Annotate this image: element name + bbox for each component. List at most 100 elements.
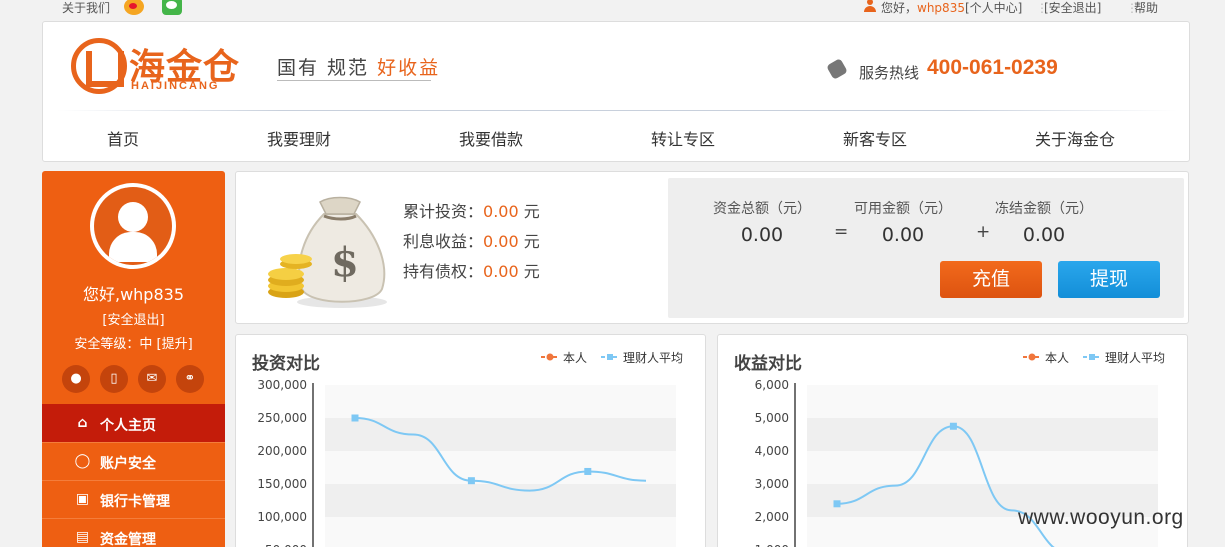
legend-marker — [1089, 354, 1095, 360]
nav-home[interactable]: 首页 — [107, 126, 139, 150]
nav-about[interactable]: 关于海金仓 — [1035, 126, 1115, 150]
legend-label: 理财人平均 — [623, 351, 683, 365]
stat-held-claims: 持有债权：0.00 元 — [403, 258, 540, 288]
sidebar-item-label: 账户安全 — [100, 456, 156, 472]
hotline-label: 服务热线 — [859, 64, 920, 82]
top-greeting: 您好，whp835[个人中心] — [881, 0, 1022, 16]
user-icon[interactable]: ● — [62, 365, 90, 393]
svg-text:$: $ — [331, 239, 359, 286]
y-tick-label: 50,000 — [265, 543, 307, 547]
grid-band — [325, 385, 676, 418]
site-header: 海金仓 HAIJINCANG 国有 规范 好收益 服务热线 400-061-02… — [42, 21, 1190, 162]
phone-icon[interactable]: ▯ — [100, 365, 128, 393]
y-tick-label: 3,000 — [755, 477, 789, 491]
site-logo[interactable]: 海金仓 HAIJINCANG — [71, 36, 261, 96]
sidebar-item-home[interactable]: ⌂ 个人主页 — [42, 404, 225, 442]
stat-unit: 元 — [518, 232, 540, 251]
y-tick-label: 6,000 — [755, 378, 789, 392]
security-level[interactable]: 安全等级：中 [提升] — [42, 333, 225, 352]
top-logout-link[interactable]: [安全退出] — [1044, 0, 1101, 16]
sidebar-item-security[interactable]: ◯ 账户安全 — [42, 442, 225, 480]
nav-new-user[interactable]: 新客专区 — [843, 126, 907, 150]
frozen-funds: 冻结金额（元） 0.00 — [984, 198, 1104, 246]
watermark: www.wooyun.org — [1018, 506, 1184, 529]
y-tick-label: 200,000 — [257, 444, 307, 458]
sidebar-logout-link[interactable]: [安全退出] — [42, 309, 225, 328]
header-divider — [57, 110, 1177, 111]
avatar[interactable] — [90, 183, 176, 269]
sidebar-item-bank-card[interactable]: ▣ 银行卡管理 — [42, 480, 225, 518]
frozen-funds-label: 冻结金额（元） — [995, 201, 1093, 217]
legend-marker — [1028, 353, 1036, 361]
help-link[interactable]: 帮助 — [1134, 0, 1158, 16]
stat-unit: 元 — [518, 202, 540, 221]
stat-unit: 元 — [518, 262, 540, 281]
stat-label: 利息收益： — [403, 232, 484, 251]
sidebar: 您好,whp835 [安全退出] 安全等级：中 [提升] ● ▯ ✉ ⚭ ⌂ 个… — [42, 171, 225, 547]
withdraw-button[interactable]: 提现 — [1058, 261, 1160, 298]
slogan-main: 国有 规范 — [277, 57, 378, 79]
data-point — [351, 414, 359, 422]
verification-icons: ● ▯ ✉ ⚭ — [62, 365, 212, 393]
avatar-user-icon — [94, 187, 172, 265]
total-funds: 资金总额（元） 0.00 — [702, 198, 822, 246]
slogan: 国有 规范 好收益 — [277, 53, 440, 80]
available-funds-label: 可用金额（元） — [854, 201, 952, 217]
data-point — [833, 500, 841, 508]
hotline-number: 400-061-0239 — [927, 56, 1058, 79]
sidebar-item-label: 个人主页 — [100, 418, 156, 434]
stat-label: 持有债权： — [403, 262, 484, 281]
nav-invest[interactable]: 我要理财 — [267, 126, 331, 150]
y-tick-label: 5,000 — [755, 411, 789, 425]
ledger-icon: ▤ — [75, 529, 90, 545]
y-tick-label: 100,000 — [257, 510, 307, 524]
available-funds-value: 0.00 — [881, 224, 925, 246]
legend-label: 本人 — [563, 351, 587, 365]
logo-mark-icon — [71, 38, 127, 94]
stat-value: 0.00 — [483, 202, 519, 221]
chart-canvas: 300,000 250,000 200,000 150,000 100,000 50,00… — [257, 351, 683, 547]
stat-label: 累计投资： — [403, 202, 484, 221]
wechat-icon[interactable] — [162, 0, 182, 15]
grid-band — [325, 517, 676, 547]
y-tick-label: 250,000 — [257, 411, 307, 425]
y-tick-label: 4,000 — [755, 444, 789, 458]
legend-marker — [607, 354, 613, 360]
data-point — [467, 477, 475, 485]
lock-icon[interactable]: ⚭ — [176, 365, 204, 393]
legend-marker — [546, 353, 554, 361]
investment-comparison-chart: 投资对比 300,000 250,000 200,000 150,000 100,000… — [235, 334, 706, 547]
user-center-link[interactable]: [个人中心] — [965, 1, 1022, 15]
available-funds: 可用金额（元） 0.00 — [843, 198, 963, 246]
y-tick-label: 150,000 — [257, 477, 307, 491]
data-point — [949, 422, 957, 430]
top-bar: 关于我们 您好，whp835[个人中心] ⋮ [安全退出] ⋮ 帮助 — [0, 0, 1225, 16]
home-icon: ⌂ — [77, 415, 88, 431]
user-icon — [864, 0, 876, 12]
frozen-funds-value: 0.00 — [1022, 224, 1066, 246]
stat-value: 0.00 — [483, 262, 519, 281]
y-tick-label: 1,000 — [755, 543, 789, 547]
nav-transfer[interactable]: 转让专区 — [651, 126, 715, 150]
greeting-prefix: 您好， — [881, 1, 918, 15]
mail-icon[interactable]: ✉ — [138, 365, 166, 393]
y-tick-label: 300,000 — [257, 378, 307, 392]
slogan-underline — [277, 80, 431, 81]
recharge-button[interactable]: 充值 — [940, 261, 1042, 298]
data-point — [584, 467, 592, 475]
sidebar-item-label: 资金管理 — [100, 532, 156, 547]
legend-label: 本人 — [1045, 351, 1069, 365]
shield-icon: ◯ — [74, 453, 91, 469]
nav-borrow[interactable]: 我要借款 — [459, 126, 523, 150]
grid-band — [807, 385, 1158, 418]
stat-value: 0.00 — [483, 232, 519, 251]
username-link[interactable]: whp835 — [917, 1, 965, 15]
weibo-icon[interactable] — [124, 0, 144, 15]
total-funds-value: 0.00 — [740, 224, 784, 246]
about-us-link[interactable]: 关于我们 — [62, 0, 110, 16]
investment-stats: 累计投资：0.00 元 利息收益：0.00 元 持有债权：0.00 元 — [403, 198, 540, 288]
grid-band — [325, 451, 676, 484]
stat-total-invest: 累计投资：0.00 元 — [403, 198, 540, 228]
sidebar-item-funds[interactable]: ▤ 资金管理 — [42, 518, 225, 547]
slogan-highlight: 好收益 — [377, 57, 441, 79]
